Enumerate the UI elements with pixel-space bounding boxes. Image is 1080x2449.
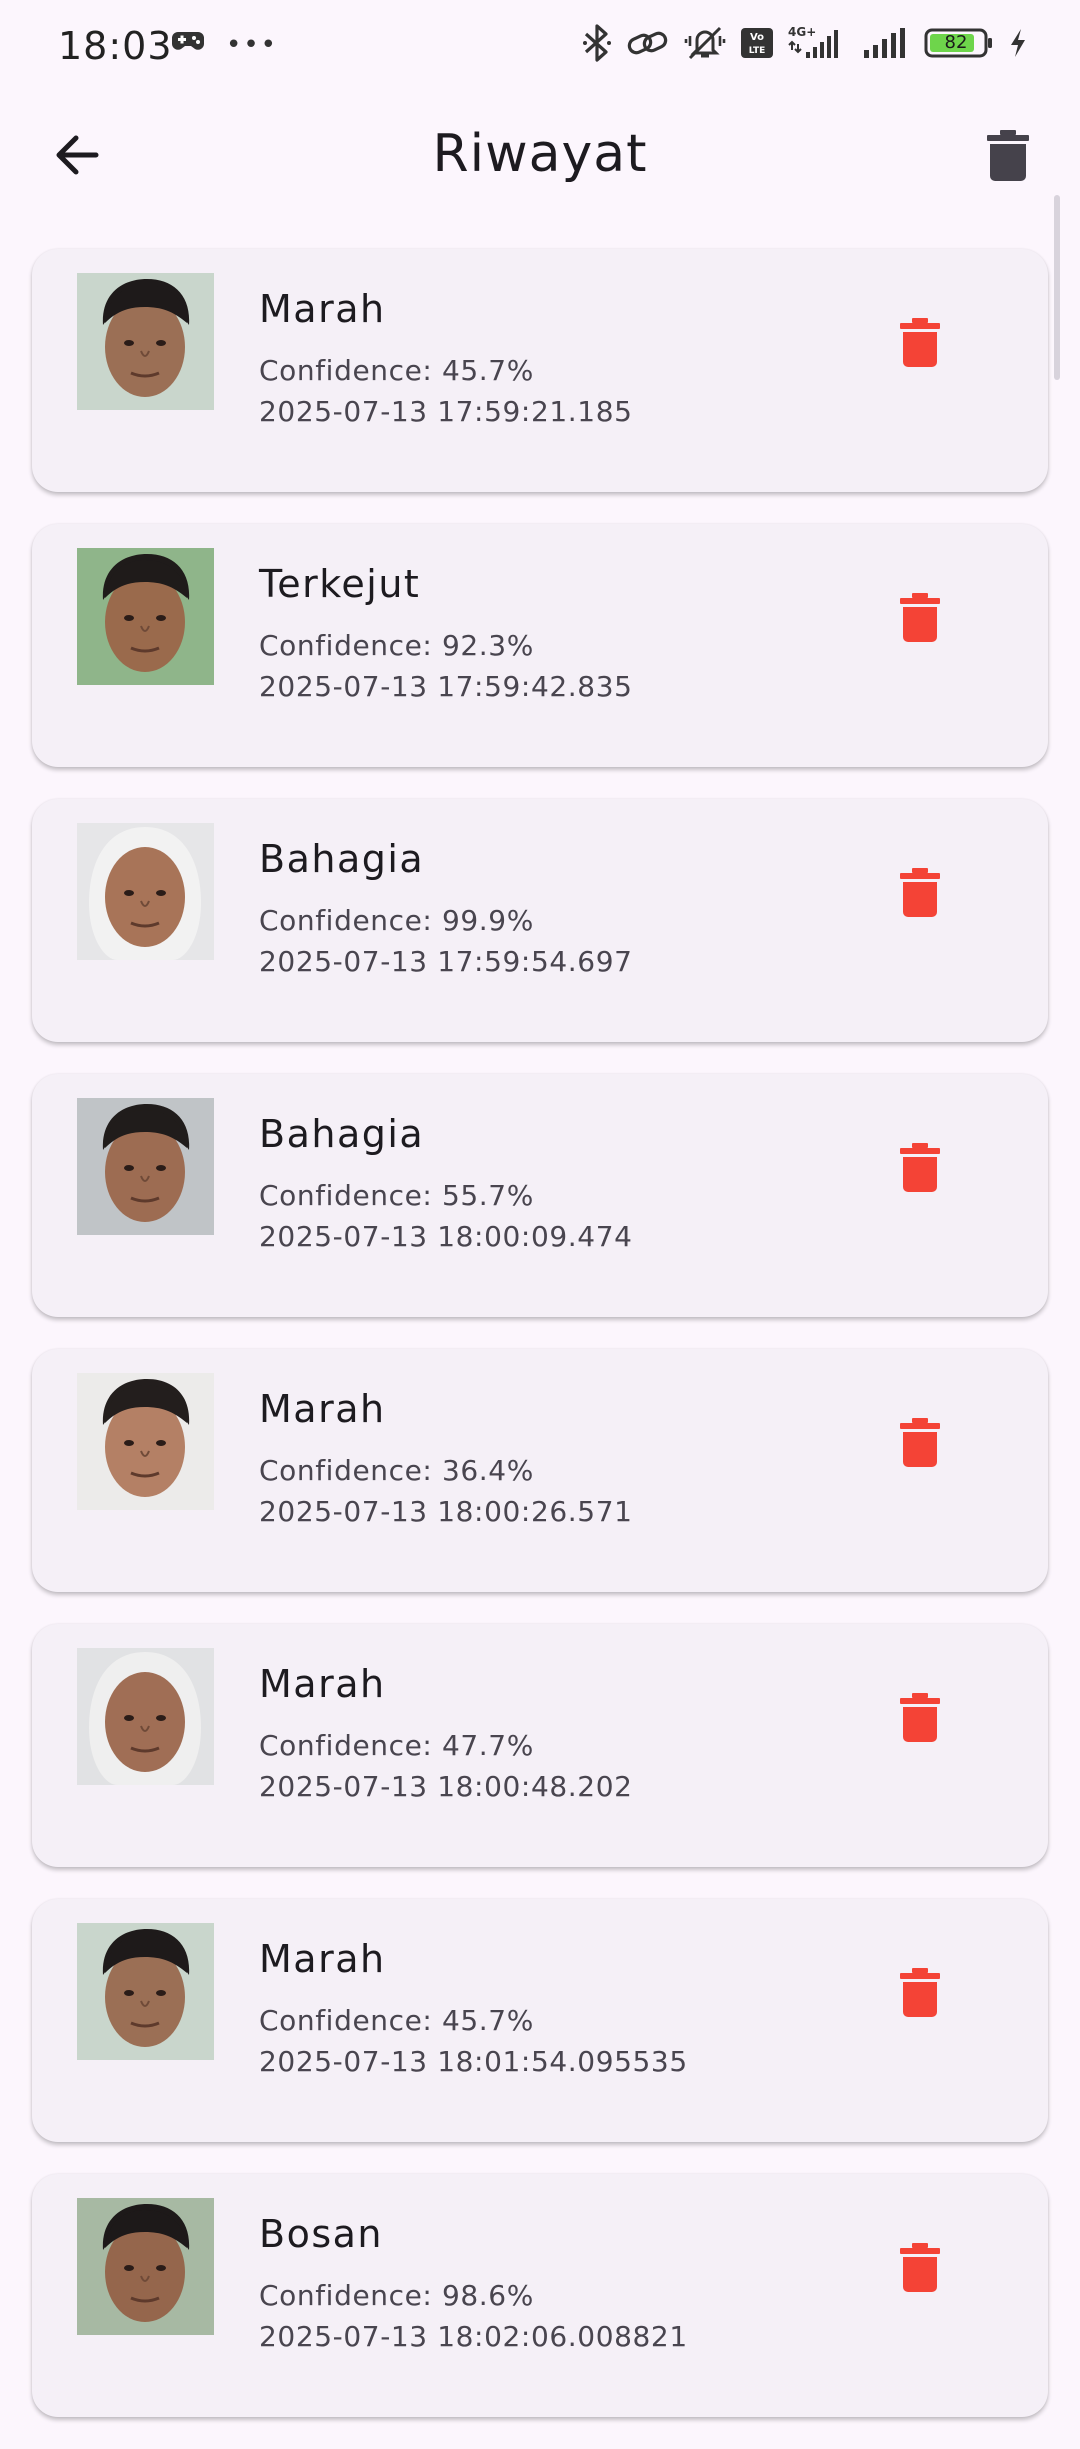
trash-icon [900,318,940,372]
trash-icon [900,1693,940,1747]
trash-icon [900,2243,940,2297]
timestamp-text: 2025-07-13 17:59:42.835 [259,670,633,703]
trash-icon [900,593,940,647]
trash-icon [900,1968,940,2022]
battery-icon: 82 [924,27,994,59]
confidence-text: Confidence: 55.7% [259,1179,534,1212]
delete-item-button[interactable] [882,2232,958,2308]
svg-text:LTE: LTE [749,46,766,56]
timestamp-text: 2025-07-13 18:00:26.571 [259,1495,633,1528]
confidence-text: Confidence: 47.7% [259,1729,534,1762]
history-card[interactable]: Marah Confidence: 45.7% 2025-07-13 18:01… [32,1899,1048,2142]
history-card[interactable]: Marah Confidence: 36.4% 2025-07-13 18:00… [32,1349,1048,1592]
emotion-label: Bosan [259,2212,383,2256]
emotion-label: Marah [259,1662,386,1706]
status-right-icons: Vo LTE 4G+ 82 [582,24,1028,62]
face-thumbnail [77,1923,214,2060]
svg-text:4G+: 4G+ [788,25,816,39]
face-thumbnail [77,823,214,960]
status-bar: 18:03 ••• Vo LTE 4G+ 82 [0,0,1080,96]
volte-icon: Vo LTE [740,27,774,59]
face-thumbnail [77,1098,214,1235]
status-time: 18:03 [58,24,173,68]
clear-history-button[interactable] [968,118,1048,198]
face-thumbnail [77,2198,214,2335]
emotion-label: Marah [259,1937,386,1981]
delete-item-button[interactable] [882,1132,958,1208]
app-bar: Riwayat [0,96,1080,216]
confidence-text: Confidence: 92.3% [259,629,534,662]
trash-icon [900,1143,940,1197]
delete-item-button[interactable] [882,1407,958,1483]
history-card[interactable]: Bosan Confidence: 98.6% 2025-07-13 18:02… [32,2174,1048,2417]
face-thumbnail [77,273,214,410]
trash-icon [987,130,1029,186]
timestamp-text: 2025-07-13 17:59:54.697 [259,945,633,978]
timestamp-text: 2025-07-13 18:00:09.474 [259,1220,633,1253]
trash-icon [900,1418,940,1472]
emotion-label: Marah [259,1387,386,1431]
history-list: Marah Confidence: 45.7% 2025-07-13 17:59… [32,249,1048,2449]
history-card[interactable]: Marah Confidence: 45.7% 2025-07-13 17:59… [32,249,1048,492]
delete-item-button[interactable] [882,1957,958,2033]
history-card[interactable]: Terkejut Confidence: 92.3% 2025-07-13 17… [32,524,1048,767]
game-controller-icon [170,28,206,62]
emotion-label: Bahagia [259,1112,425,1156]
signal-icon: 4G+ [788,24,848,62]
timestamp-text: 2025-07-13 18:02:06.008821 [259,2320,688,2353]
face-thumbnail [77,548,214,685]
timestamp-text: 2025-07-13 18:00:48.202 [259,1770,633,1803]
delete-item-button[interactable] [882,307,958,383]
face-thumbnail [77,1373,214,1510]
history-card[interactable]: Bahagia Confidence: 55.7% 2025-07-13 18:… [32,1074,1048,1317]
confidence-text: Confidence: 45.7% [259,354,534,387]
confidence-text: Confidence: 99.9% [259,904,534,937]
emotion-label: Marah [259,287,386,331]
signal-icon-2 [862,26,910,60]
delete-item-button[interactable] [882,1682,958,1758]
delete-item-button[interactable] [882,857,958,933]
bluetooth-icon [582,24,612,62]
svg-text:Vo: Vo [750,32,764,43]
link-icon [626,27,670,59]
delete-item-button[interactable] [882,582,958,658]
battery-level: 82 [944,32,968,53]
trash-icon [900,868,940,922]
face-thumbnail [77,1648,214,1785]
more-notifications-icon: ••• [226,30,279,60]
vibrate-off-icon [684,24,726,62]
status-left-icons: ••• [170,28,278,62]
history-card[interactable]: Bahagia Confidence: 99.9% 2025-07-13 17:… [32,799,1048,1042]
emotion-label: Bahagia [259,837,425,881]
page-title: Riwayat [432,124,648,184]
scrollbar[interactable] [1054,195,1060,380]
timestamp-text: 2025-07-13 18:01:54.095535 [259,2045,688,2078]
confidence-text: Confidence: 98.6% [259,2279,534,2312]
confidence-text: Confidence: 36.4% [259,1454,534,1487]
history-card[interactable]: Marah Confidence: 47.7% 2025-07-13 18:00… [32,1624,1048,1867]
confidence-text: Confidence: 45.7% [259,2004,534,2037]
emotion-label: Terkejut [259,562,421,606]
charging-icon [1008,27,1028,59]
timestamp-text: 2025-07-13 17:59:21.185 [259,395,633,428]
